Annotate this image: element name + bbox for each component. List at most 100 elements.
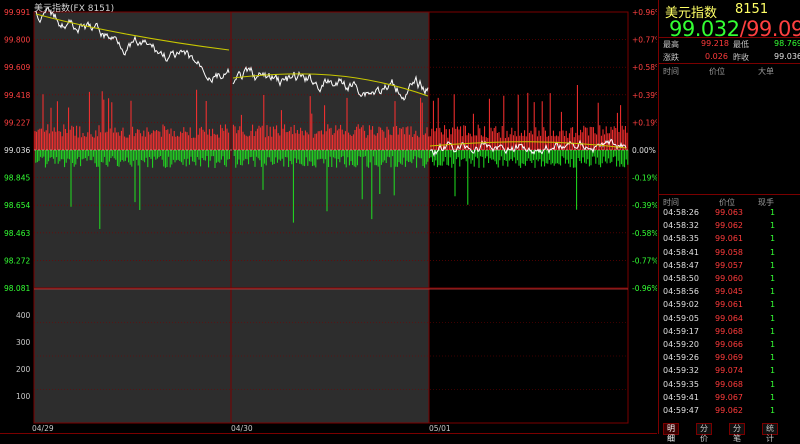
divider (659, 37, 800, 38)
price-axis-label: 98.463 (4, 229, 30, 238)
divider (659, 63, 800, 64)
trade-time: 04:59:17 (663, 326, 699, 336)
trade-row[interactable]: 04:58:56 99.045 1 (659, 287, 800, 300)
trade-row[interactable]: 04:59:47 99.062 1 (659, 406, 800, 419)
trades-col-time: 时间 (663, 198, 679, 207)
trade-price: 99.068 (715, 379, 743, 389)
tab-tick[interactable]: 分笔 (729, 423, 745, 443)
trade-row[interactable]: 04:58:35 99.061 1 (659, 234, 800, 247)
pct-axis-label: -0.19% (632, 174, 657, 183)
chart-title: 美元指数(FX 8151) (34, 4, 115, 14)
big-orders-col-time: 时间 (663, 67, 679, 76)
volume-axis-label: 400 (16, 311, 31, 320)
trade-row[interactable]: 04:59:05 99.064 1 (659, 314, 800, 327)
price-axis-label: 98.081 (4, 284, 30, 293)
price-axis-label: 99.036 (4, 146, 30, 155)
trade-size: 1 (770, 274, 776, 283)
trade-price: 99.063 (715, 208, 743, 217)
trade-row[interactable]: 04:58:41 99.058 1 (659, 248, 800, 261)
high-value: 99.218 (701, 39, 729, 48)
trade-price: 99.058 (715, 247, 743, 257)
trade-row[interactable]: 04:59:17 99.068 1 (659, 327, 800, 340)
session-shade (34, 12, 231, 423)
trade-price: 99.057 (715, 260, 743, 270)
price-axis-label: 98.845 (4, 174, 30, 183)
quote-sidebar: 美元指数 8151 99.032/99.092 最高 99.218 最低 98.… (658, 0, 800, 434)
trade-time: 04:59:41 (663, 392, 699, 402)
trade-time: 04:59:35 (663, 379, 699, 389)
trade-price: 99.062 (715, 221, 743, 231)
price-axis-label: 98.272 (4, 256, 30, 265)
high-label: 最高 (663, 40, 679, 49)
pct-axis-label: -0.77% (632, 256, 657, 265)
pct-axis-label: +0.96% (632, 8, 657, 17)
trade-size: 1 (770, 379, 776, 389)
trade-time: 04:58:41 (663, 247, 699, 257)
trades-col-price: 价位 (719, 198, 735, 207)
pct-axis-label: +0.39% (632, 91, 657, 100)
price-axis-label: 99.418 (4, 91, 30, 100)
trade-price: 99.061 (715, 234, 743, 244)
trade-row[interactable]: 04:59:26 99.069 1 (659, 353, 800, 366)
date-axis-label: 04/30 (231, 424, 253, 433)
trade-price: 99.062 (715, 406, 743, 415)
trade-size: 1 (770, 313, 776, 323)
big-orders-col-price: 价位 (709, 67, 725, 76)
big-orders-list[interactable] (659, 78, 800, 194)
volume-axis-label: 200 (16, 365, 31, 374)
trade-row[interactable]: 04:59:32 99.074 1 (659, 366, 800, 379)
trade-size: 1 (770, 260, 776, 270)
trade-time: 04:58:50 (663, 274, 699, 283)
big-orders-col-big: 大单 (758, 67, 774, 76)
trade-row[interactable]: 04:59:41 99.067 1 (659, 393, 800, 406)
price-axis-label: 99.800 (4, 36, 30, 45)
tab-detail[interactable]: 明细 (663, 423, 679, 443)
trade-row[interactable]: 04:58:50 99.060 1 (659, 274, 800, 287)
intraday-chart-panel[interactable]: 99.991 99.800 99.609 99.418 99.227 99.036 98.8… (0, 0, 657, 434)
trade-time: 04:59:32 (663, 366, 699, 376)
prev-close-value: 99.036 (774, 52, 800, 61)
trade-time: 04:58:47 (663, 260, 699, 270)
trade-row[interactable]: 04:59:20 99.066 1 (659, 340, 800, 353)
trade-row[interactable]: 04:59:02 99.061 1 (659, 300, 800, 313)
trade-time: 04:58:26 (663, 208, 699, 217)
trade-size: 1 (770, 366, 776, 376)
trade-time: 04:59:26 (663, 353, 699, 363)
trade-time: 04:58:35 (663, 234, 699, 244)
trade-size: 1 (770, 221, 776, 231)
trade-size: 1 (770, 300, 776, 310)
trade-price: 99.064 (715, 313, 743, 323)
trade-size: 1 (770, 353, 776, 363)
trade-size: 1 (770, 340, 776, 349)
trade-price: 99.061 (715, 300, 743, 310)
price-axis-label: 99.609 (4, 63, 30, 72)
date-axis-label: 04/29 (32, 424, 54, 433)
trade-row[interactable]: 04:58:26 99.063 1 (659, 208, 800, 221)
divider (659, 194, 800, 195)
tab-statistics[interactable]: 统计 (762, 423, 778, 443)
trade-row[interactable]: 04:58:32 99.062 1 (659, 221, 800, 234)
date-axis-label: 05/01 (429, 424, 451, 433)
trade-price: 99.068 (715, 326, 743, 336)
intraday-chart[interactable]: 99.991 99.800 99.609 99.418 99.227 99.036 98.8… (0, 0, 657, 434)
trades-list[interactable]: 04:58:26 99.063 1 04:58:32 99.062 1 04:58:35 99… (659, 208, 800, 422)
trade-size: 1 (770, 406, 776, 415)
pct-axis-label: +0.77% (632, 36, 657, 45)
trade-price: 99.045 (715, 287, 743, 297)
tab-price-distribution[interactable]: 分价 (696, 423, 712, 443)
volume-axis-label: 300 (16, 338, 31, 347)
low-label: 最低 (733, 40, 749, 49)
trade-size: 1 (770, 287, 776, 297)
trade-row[interactable]: 04:58:47 99.057 1 (659, 261, 800, 274)
trade-price: 99.060 (715, 274, 743, 283)
pct-axis-label: -0.39% (632, 201, 657, 210)
trade-price: 99.074 (715, 366, 743, 376)
trade-size: 1 (770, 234, 776, 244)
pct-axis-label: +0.58% (632, 63, 657, 72)
volume-axis-label: 100 (16, 392, 31, 401)
trade-price: 99.067 (715, 392, 743, 402)
price-axis-label: 99.227 (4, 118, 30, 127)
trade-size: 1 (770, 247, 776, 257)
pct-axis-label: 0.00% (632, 146, 656, 155)
trade-row[interactable]: 04:59:35 99.068 1 (659, 380, 800, 393)
